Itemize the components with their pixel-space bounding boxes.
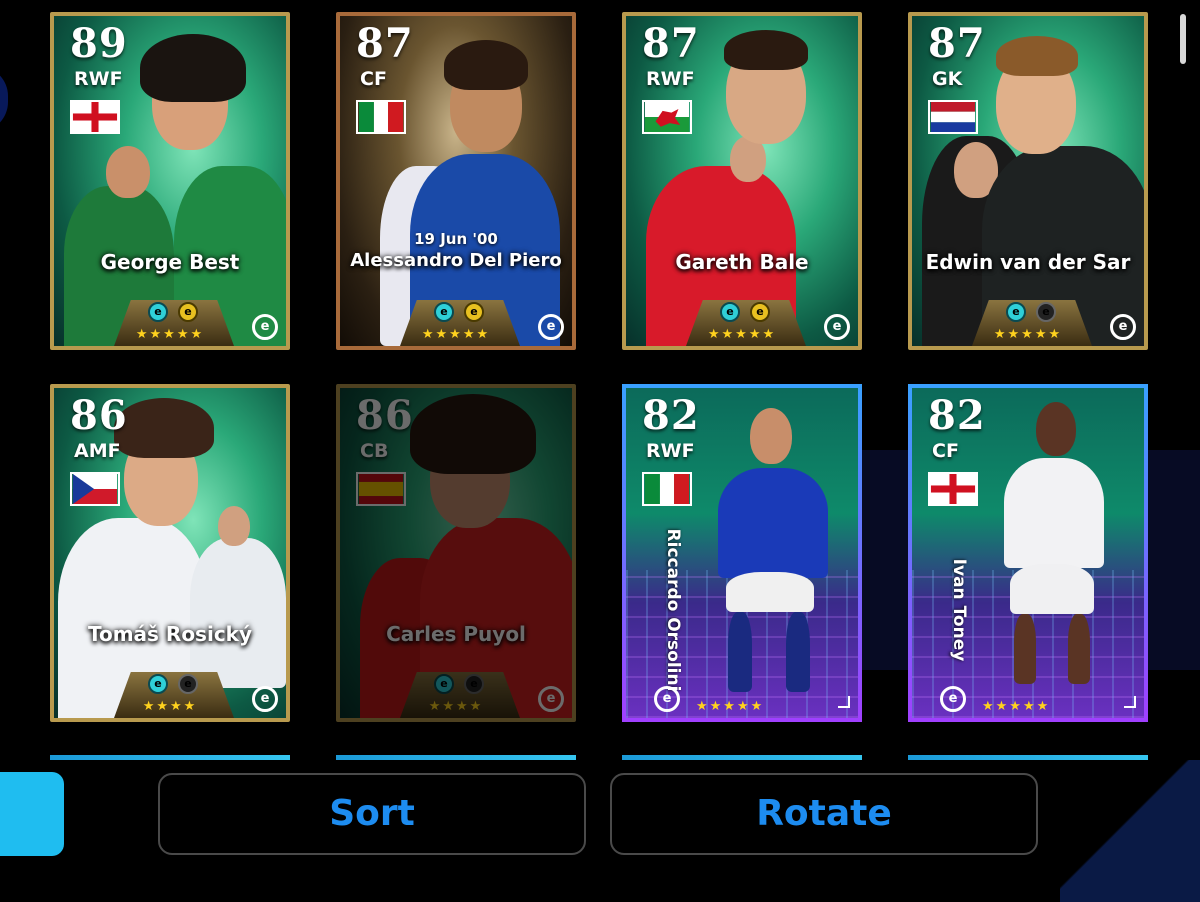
player-position: GK: [932, 68, 963, 90]
skill-badge-icon: e: [148, 302, 168, 322]
italy-flag-icon: [356, 100, 406, 134]
left-edge-indicator: [0, 66, 8, 132]
skill-badge-icon: e: [1036, 302, 1056, 322]
side-tab-button[interactable]: [0, 772, 64, 856]
scrollbar[interactable]: [1180, 14, 1186, 64]
star-rating: ★★★★★: [993, 327, 1063, 342]
player-position: RWF: [646, 440, 695, 462]
player-name: Edwin van der Sar: [925, 250, 1131, 274]
player-rating: 87: [356, 20, 414, 67]
player-position: AMF: [74, 440, 121, 462]
skill-badge-icon: e: [464, 674, 484, 694]
efootball-logo-icon: e: [538, 686, 564, 712]
player-rating: 86: [356, 392, 414, 439]
player-rating: 82: [928, 392, 986, 439]
northern-ireland-flag-icon: [70, 100, 120, 134]
player-rating: 87: [642, 20, 700, 67]
player-name: Alessandro Del Piero: [350, 250, 562, 271]
efootball-logo-icon: e: [940, 686, 966, 712]
player-card-van-der-sar[interactable]: 87 GK Edwin van der Sar e e ★★★★★ e: [908, 12, 1148, 350]
player-position: RWF: [646, 68, 695, 90]
player-position: CB: [360, 440, 389, 462]
skill-badge-icon: e: [178, 674, 198, 694]
player-position: CF: [360, 68, 387, 90]
spain-flag-icon: [356, 472, 406, 506]
efootball-logo-icon: e: [538, 314, 564, 340]
skill-badge-icon: e: [750, 302, 770, 322]
player-card-rosicky[interactable]: 86 AMF Tomáš Rosický e e ★★★★ e: [50, 384, 290, 722]
player-rating: 82: [642, 392, 700, 439]
star-rating: ★★★★★: [696, 699, 765, 714]
star-rating: ★★★★★: [421, 327, 491, 342]
efootball-logo-icon: e: [654, 686, 680, 712]
czech-flag-icon: [70, 472, 120, 506]
skill-badge-icon: e: [178, 302, 198, 322]
skill-badge-icon: e: [434, 302, 454, 322]
next-row-card-edge[interactable]: [336, 755, 576, 760]
player-rating: 89: [70, 20, 128, 67]
star-rating: ★★★★★: [982, 699, 1051, 714]
player-rating: 86: [70, 392, 128, 439]
netherlands-flag-icon: [928, 100, 978, 134]
efootball-logo-icon: e: [1110, 314, 1136, 340]
corner-mark-icon: [1124, 696, 1136, 708]
next-row-card-edge[interactable]: [622, 755, 862, 760]
star-rating: ★★★★★: [135, 327, 205, 342]
star-rating: ★★★★★: [707, 327, 777, 342]
wales-flag-icon: [642, 100, 692, 134]
next-row-card-edge[interactable]: [908, 755, 1148, 760]
efootball-logo-icon: e: [252, 314, 278, 340]
skill-badge-icon: e: [464, 302, 484, 322]
corner-mark-icon: [838, 696, 850, 708]
player-position: RWF: [74, 68, 123, 90]
star-rating: ★★★★: [142, 699, 198, 714]
player-name: Carles Puyol: [386, 622, 526, 646]
background-corner-shape: [1060, 760, 1200, 902]
player-card-toney[interactable]: 82 CF Ivan Toney ★★★★★ e: [908, 384, 1148, 722]
player-card-puyol[interactable]: 86 CB Carles Puyol e e ★★★★ e: [336, 384, 576, 722]
sort-button[interactable]: Sort: [158, 773, 586, 855]
card-date: 19 Jun '00: [414, 230, 498, 248]
player-card-del-piero[interactable]: 87 CF 19 Jun '00 Alessandro Del Piero e …: [336, 12, 576, 350]
star-rating: ★★★★: [428, 699, 484, 714]
player-name: Tomáš Rosický: [87, 622, 253, 646]
rotate-button[interactable]: Rotate: [610, 773, 1038, 855]
player-card-gareth-bale[interactable]: 87 RWF Gareth Bale e e ★★★★★ e: [622, 12, 862, 350]
efootball-logo-icon: e: [824, 314, 850, 340]
next-row-card-edge[interactable]: [50, 755, 290, 760]
efootball-logo-icon: e: [252, 686, 278, 712]
player-card-george-best[interactable]: 89 RWF George Best e e ★★★★★ e: [50, 12, 290, 350]
skill-badge-icon: e: [434, 674, 454, 694]
player-position: CF: [932, 440, 959, 462]
player-name: George Best: [100, 250, 240, 274]
player-card-orsolini[interactable]: 82 RWF Riccardo Orsolini ★★★★★ e: [622, 384, 862, 722]
skill-badge-icon: e: [1006, 302, 1026, 322]
skill-badge-icon: e: [720, 302, 740, 322]
skill-badge-icon: e: [148, 674, 168, 694]
player-name: Gareth Bale: [675, 250, 809, 274]
player-rating: 87: [928, 20, 986, 67]
